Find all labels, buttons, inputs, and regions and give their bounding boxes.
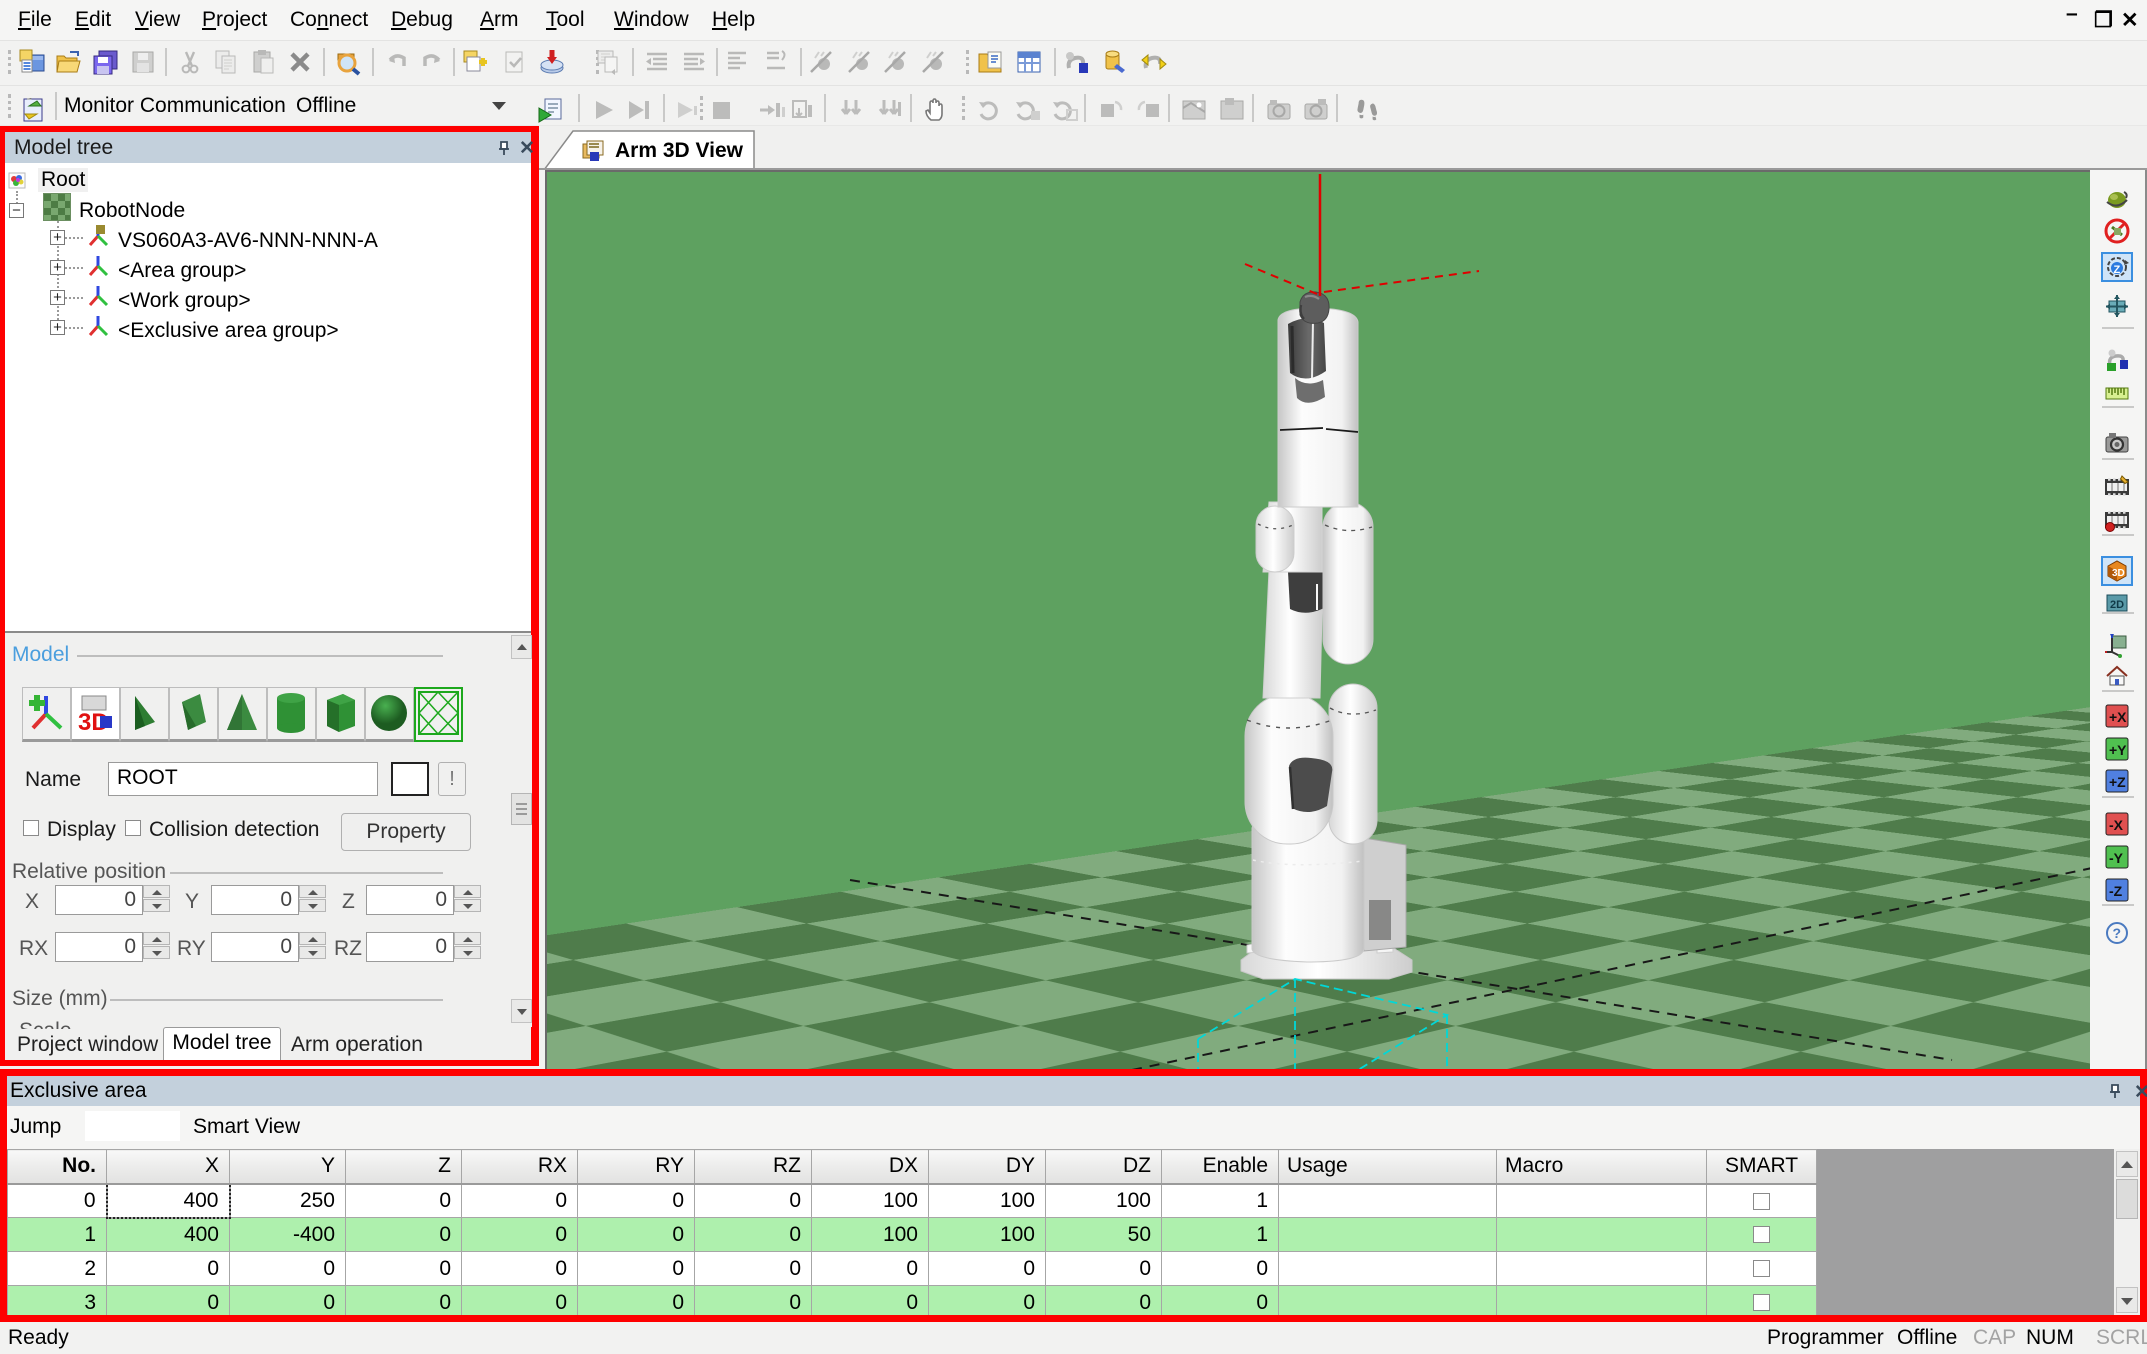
svg-text:-Y: -Y: [2109, 850, 2124, 866]
svg-text:2D: 2D: [2110, 599, 2124, 611]
svg-text:-Z: -Z: [2109, 883, 2123, 899]
svg-text:Z: Z: [2114, 264, 2121, 276]
svg-text:+Y: +Y: [2109, 742, 2127, 758]
svg-text:3D: 3D: [2112, 568, 2125, 579]
svg-text:-X: -X: [2109, 817, 2124, 833]
svg-text:?: ?: [2113, 925, 2122, 941]
svg-text:+Z: +Z: [2109, 774, 2126, 790]
svg-text:+X: +X: [2109, 709, 2127, 725]
